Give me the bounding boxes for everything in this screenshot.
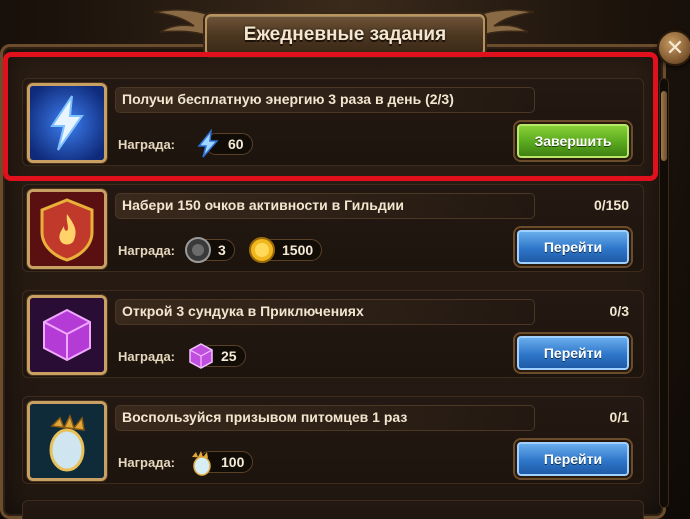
reward-purple-cube: 25 <box>186 343 246 369</box>
quest-title: Получи бесплатную энергию 3 раза в день … <box>122 91 454 107</box>
close-icon: ✕ <box>665 35 685 61</box>
energy-bolt-icon <box>30 86 104 160</box>
pet-egg-icon <box>30 404 104 478</box>
reward-label: Награда: <box>118 137 176 152</box>
reward-pet-egg: 100 <box>186 449 254 476</box>
guild-activity-icon <box>30 192 104 266</box>
purple-cube-icon <box>189 343 213 369</box>
quest-title: Открой 3 сундука в Приключениях <box>122 303 364 319</box>
window-title: Ежедневные задания <box>243 24 447 45</box>
quest-row-pets: Воспользуйся призывом питомцев 1 раз 0/1… <box>22 396 644 484</box>
reward-label: Награда: <box>118 243 176 258</box>
close-button[interactable]: ✕ <box>657 30 690 66</box>
go-button[interactable]: Перейти <box>515 440 631 478</box>
gold-coin-icon <box>249 237 275 263</box>
quest-row-next <box>22 500 644 519</box>
scrollbar[interactable] <box>659 78 669 508</box>
reward-guild-token: 3 <box>183 237 235 263</box>
reward-label: Награда: <box>118 455 176 470</box>
quest-title: Набери 150 очков активности в Гильдии <box>122 197 404 213</box>
quest-row-guild: Набери 150 очков активности в Гильдии 0/… <box>22 184 644 272</box>
reward-energy: 60 <box>193 129 253 158</box>
energy-icon <box>197 129 219 158</box>
go-button[interactable]: Перейти <box>515 334 631 372</box>
title-plaque: Ежедневные задания <box>205 14 485 56</box>
quest-progress: 0/150 <box>593 197 629 213</box>
quest-icon-frame <box>27 83 107 163</box>
go-button[interactable]: Перейти <box>515 228 631 266</box>
reward-gold: 1500 <box>247 237 323 263</box>
scroll-thumb[interactable] <box>661 91 667 161</box>
quest-row-chests: Открой 3 сундука в Приключениях 0/3 Нагр… <box>22 290 644 378</box>
reward-label: Награда: <box>118 349 176 364</box>
quest-icon-frame <box>27 295 107 375</box>
quest-progress: 0/3 <box>609 303 629 319</box>
quest-progress: 0/1 <box>609 409 629 425</box>
quest-icon-frame <box>27 401 107 481</box>
guild-token-icon <box>185 237 211 263</box>
purple-chest-icon <box>30 298 104 372</box>
pet-egg-small-icon <box>192 451 211 476</box>
quest-row-energy: Получи бесплатную энергию 3 раза в день … <box>22 78 644 166</box>
quest-title: Воспользуйся призывом питомцев 1 раз <box>122 409 408 425</box>
quest-icon-frame <box>27 189 107 269</box>
complete-button[interactable]: Завершить <box>515 122 631 160</box>
